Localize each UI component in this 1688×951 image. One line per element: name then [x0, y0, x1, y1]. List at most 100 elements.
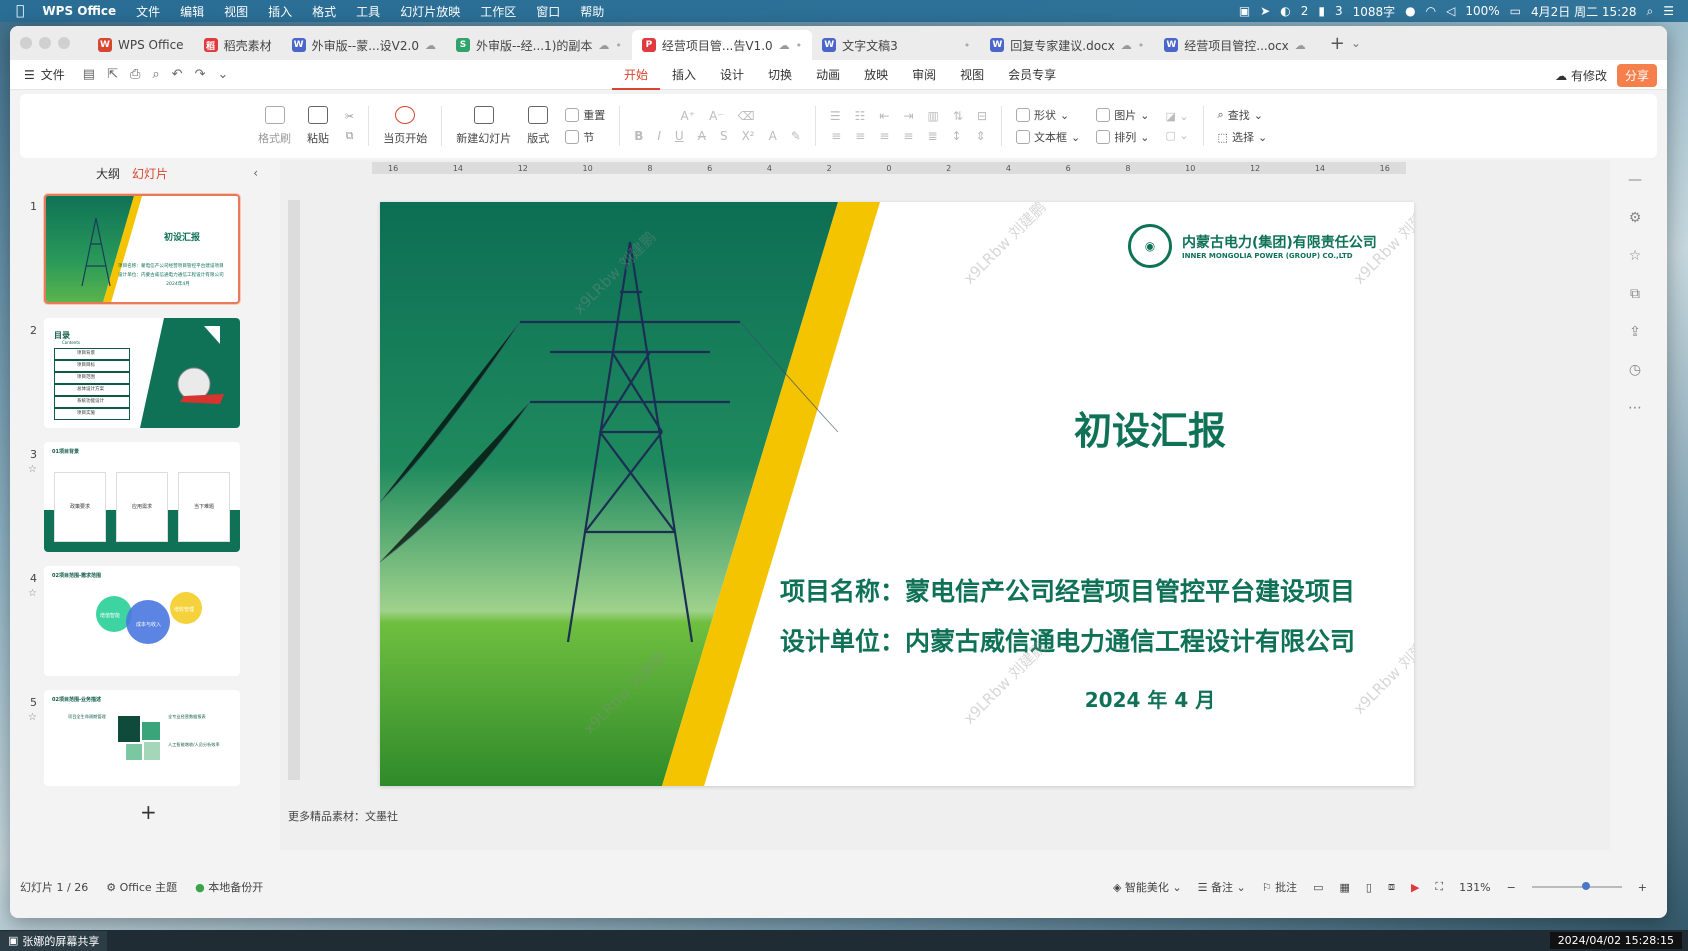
reading-view-icon[interactable]: ▯	[1366, 881, 1372, 894]
menu-help[interactable]: 帮助	[570, 3, 614, 20]
mic-icon[interactable]: ●	[1405, 4, 1415, 18]
shape-button[interactable]: 形状 ⌄	[1016, 107, 1069, 123]
close-tab-icon[interactable]: •	[615, 39, 622, 52]
align-center-icon[interactable]: ≡	[855, 129, 865, 143]
textbox-button[interactable]: 文本框 ⌄	[1016, 129, 1080, 145]
zoom-level[interactable]: 131%	[1459, 881, 1490, 894]
theme-button[interactable]: ⚙ Office 主题	[106, 879, 177, 895]
new-tab-icon[interactable]: +	[1330, 33, 1345, 54]
tab-home[interactable]: 开始	[612, 60, 661, 90]
chevron-down-icon[interactable]: ⌄	[1351, 36, 1361, 50]
cut-icon[interactable]: ✂	[345, 110, 354, 123]
align-left-icon[interactable]: ≡	[831, 129, 841, 143]
layout-button[interactable]: 版式	[519, 106, 557, 146]
tab-view[interactable]: 视图	[948, 60, 996, 90]
tab-review[interactable]: 审阅	[900, 60, 948, 90]
menu-file[interactable]: 文件	[126, 3, 170, 20]
star-icon[interactable]: ☆	[28, 588, 37, 599]
tab-slideshow[interactable]: 放映	[852, 60, 900, 90]
text-direction-icon[interactable]: ⇅	[953, 109, 963, 123]
report-date[interactable]: 2024 年 4 月	[900, 684, 1400, 713]
tab-expert-reply[interactable]: W 回复专家建议.docx ☁ •	[980, 30, 1154, 60]
select-button[interactable]: ⬚ 选择 ⌄	[1218, 129, 1268, 145]
slide-title[interactable]: 初设汇报	[900, 400, 1400, 455]
copy-icon[interactable]: ⧉	[346, 129, 354, 143]
add-slide-icon[interactable]: +	[140, 800, 157, 824]
tab-member[interactable]: 会员专享	[996, 60, 1068, 90]
align-right-icon[interactable]: ≡	[879, 129, 889, 143]
new-slide-button[interactable]: 新建幻灯片	[448, 106, 519, 146]
play-slideshow-icon[interactable]: ▶	[1411, 881, 1419, 894]
volume-icon[interactable]: ◁	[1446, 4, 1455, 18]
tab-project-control[interactable]: W 经营项目管控...ocx ☁	[1154, 30, 1316, 60]
backup-status[interactable]: ● 本地备份开	[195, 879, 263, 895]
zoom-window-button[interactable]	[58, 37, 70, 49]
tab-presentation-active[interactable]: P 经营项目管...告V1.0 ☁ •	[631, 30, 813, 60]
comments-button[interactable]: ⚐ 批注	[1262, 879, 1297, 895]
slide-thumb-4[interactable]: 4 ☆ 02项目范围-需求范围 增值智能 增收管理 成本与收入	[10, 562, 272, 686]
slide-thumb-5[interactable]: 5 ☆ 02项目范围-业务描述 项目全生命周期管理 全专业经营数据报表 人工智能…	[10, 686, 272, 810]
clear-format-icon[interactable]: ⌫	[738, 109, 755, 123]
menu-workspace[interactable]: 工作区	[470, 3, 526, 20]
paste-button[interactable]: 粘贴	[299, 106, 337, 146]
bullets-icon[interactable]: ☰	[830, 109, 841, 123]
outline-icon[interactable]: ▢ ⌄	[1165, 129, 1188, 142]
notes-button[interactable]: ☰ 备注 ⌄	[1198, 879, 1246, 895]
decrease-font-icon[interactable]: A⁻	[709, 109, 724, 123]
tab-doc-review-v2[interactable]: W 外审版--蒙...设V2.0 ☁	[282, 30, 446, 60]
picture-button[interactable]: 图片 ⌄	[1096, 107, 1149, 123]
project-name-line[interactable]: 项目名称：蒙电信产公司经营项目管控平台建设项目	[780, 572, 1390, 608]
wifi-icon[interactable]: ◠	[1426, 4, 1436, 18]
section-button[interactable]: 节	[565, 129, 594, 145]
strikethrough-icon[interactable]: A	[698, 129, 706, 143]
chevron-down-icon[interactable]: ⌄	[217, 67, 228, 82]
menu-edit[interactable]: 编辑	[170, 3, 214, 20]
columns-icon[interactable]: ▥	[928, 109, 939, 123]
tab-insert[interactable]: 插入	[660, 60, 708, 90]
close-tab-icon[interactable]: •	[964, 39, 971, 52]
arrange-button[interactable]: 排列 ⌄	[1096, 129, 1149, 145]
has-changes-button[interactable]: ☁ 有修改	[1555, 67, 1607, 84]
close-tab-icon[interactable]: •	[1138, 39, 1145, 52]
more-icon[interactable]: ⋯	[1628, 400, 1642, 416]
control-center-icon[interactable]: ☰	[1663, 4, 1674, 18]
designer-line[interactable]: 设计单位：内蒙古威信通电力通信工程设计有限公司	[780, 622, 1390, 658]
menu-slideshow[interactable]: 幻灯片放映	[390, 3, 470, 20]
tab-design[interactable]: 设计	[708, 60, 756, 90]
fill-icon[interactable]: ◪ ⌄	[1165, 110, 1188, 123]
minimize-window-button[interactable]	[39, 37, 51, 49]
settings-icon[interactable]: ⚙	[1629, 210, 1642, 226]
align-text-icon[interactable]: ⊟	[977, 109, 987, 123]
speaker-notes[interactable]: 更多精品素材：文墨社	[288, 808, 398, 824]
close-window-button[interactable]	[20, 37, 32, 49]
slide-thumb-3[interactable]: 3 ☆ 01项目背景 政策要求 应用需求 当下难题	[10, 438, 272, 562]
star-icon[interactable]: ☆	[28, 464, 37, 475]
close-tab-icon[interactable]: •	[796, 39, 803, 52]
tab-transitions[interactable]: 切换	[756, 60, 804, 90]
tab-animation[interactable]: 动画	[804, 60, 852, 90]
share-button[interactable]: 分享	[1616, 64, 1657, 87]
shadow-icon[interactable]: S	[720, 129, 728, 143]
slide-canvas[interactable]: ◉ 内蒙古电力(集团)有限责任公司 INNER MONGOLIA POWER (…	[380, 202, 1414, 786]
menu-insert[interactable]: 插入	[258, 3, 302, 20]
menu-view[interactable]: 视图	[214, 3, 258, 20]
preview-icon[interactable]: ⌕	[152, 67, 159, 82]
bold-icon[interactable]: B	[634, 129, 643, 143]
play-current-button[interactable]: 当页开始	[375, 106, 435, 146]
zoom-out-icon[interactable]: −	[1507, 881, 1516, 894]
screen-share-indicator[interactable]: ▣ 张娜的屏幕共享	[0, 930, 108, 951]
fit-window-icon[interactable]: ⛶	[1435, 880, 1443, 894]
horizontal-ruler[interactable]: 16 14 12 10 8 6 4 2 0 2 4 6 8 10 12 14 16	[372, 162, 1406, 174]
sorter-view-icon[interactable]: ▦	[1339, 881, 1349, 894]
zoom-slider[interactable]	[1531, 882, 1622, 890]
outline-tab[interactable]: 大纲	[96, 165, 120, 182]
print-icon[interactable]: ⎙	[130, 67, 140, 82]
font-color-icon[interactable]: A	[769, 129, 777, 143]
superscript-icon[interactable]: X²	[742, 129, 755, 143]
underline-icon[interactable]: U	[675, 129, 684, 143]
find-button[interactable]: ⌕ 查找 ⌄	[1218, 107, 1263, 123]
normal-view-icon[interactable]: ▭	[1313, 881, 1323, 894]
tab-docer[interactable]: 稻 稻壳素材	[194, 30, 282, 60]
italic-icon[interactable]: I	[657, 129, 661, 143]
tab-wps-home[interactable]: W WPS Office	[88, 30, 194, 60]
